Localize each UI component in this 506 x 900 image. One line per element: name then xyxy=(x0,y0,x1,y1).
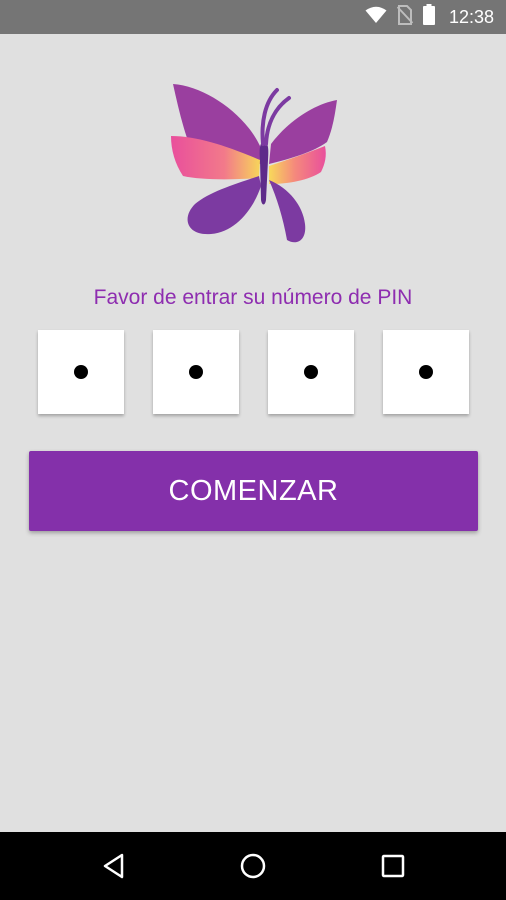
status-bar: 12:38 xyxy=(0,0,506,34)
pin-digit-1-dot: • xyxy=(74,365,88,379)
status-time: 12:38 xyxy=(448,6,494,27)
back-icon[interactable] xyxy=(94,846,134,886)
wifi-icon xyxy=(365,6,387,29)
start-button[interactable]: COMENZAR xyxy=(29,451,478,531)
butterfly-logo xyxy=(165,80,341,246)
pin-digit-4-field[interactable]: • xyxy=(383,330,469,414)
pin-prompt: Favor de entrar su número de PIN xyxy=(93,286,413,309)
pin-digit-2-dot: • xyxy=(189,365,203,379)
status-icons: 12:38 xyxy=(365,0,494,34)
pin-digit-3-field[interactable]: • xyxy=(268,330,354,414)
pin-digit-3-dot: • xyxy=(304,365,318,379)
battery-icon xyxy=(422,4,435,30)
recents-icon[interactable] xyxy=(373,846,413,886)
home-icon[interactable] xyxy=(233,846,273,886)
no-sim-icon xyxy=(396,4,414,30)
pin-digit-1-field[interactable]: • xyxy=(38,330,124,414)
navigation-bar xyxy=(0,832,506,900)
pin-digit-4-dot: • xyxy=(419,365,433,379)
pin-digit-2-field[interactable]: • xyxy=(153,330,239,414)
